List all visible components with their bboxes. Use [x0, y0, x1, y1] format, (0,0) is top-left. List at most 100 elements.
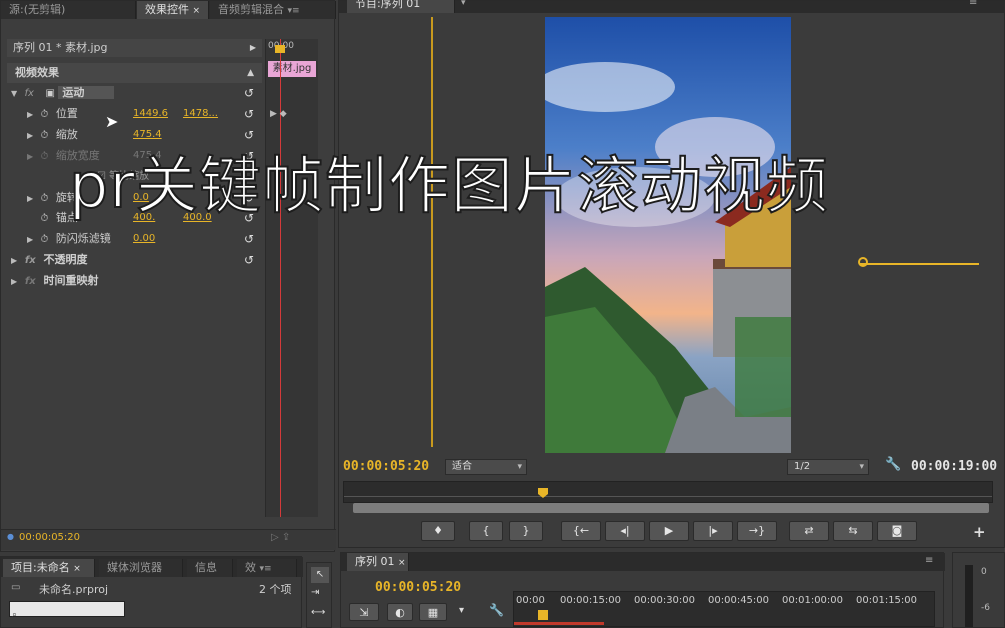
- tab-media-browser[interactable]: 媒体浏览器: [99, 559, 183, 577]
- keyframe-point-icon[interactable]: [858, 257, 868, 267]
- scrub-ruler: [344, 496, 992, 497]
- play-button[interactable]: ▶: [649, 521, 689, 541]
- effect-row-opacity[interactable]: ▶ fx 不透明度 ↺: [11, 250, 261, 270]
- panel-menu-icon[interactable]: ▾≡: [260, 564, 272, 574]
- selection-tool-icon[interactable]: ↖: [311, 567, 329, 583]
- settings-wrench-icon[interactable]: 🔧: [489, 603, 504, 617]
- close-icon[interactable]: ×: [193, 6, 201, 16]
- marker-flag-icon[interactable]: ▾: [459, 605, 464, 616]
- extract-button[interactable]: ⇆: [833, 521, 873, 541]
- tab-source[interactable]: 源:(无剪辑): [1, 1, 136, 19]
- clip-header-label: 序列 01 * 素材.jpg: [13, 41, 108, 54]
- tab-info[interactable]: 信息: [187, 559, 233, 577]
- lift-button[interactable]: ⇄: [789, 521, 829, 541]
- fx-icon: fx: [24, 276, 36, 287]
- playhead-handle[interactable]: [275, 45, 285, 53]
- param-value[interactable]: 475.4: [133, 125, 162, 145]
- param-row-position[interactable]: ▶ ⏱ 位置 1449.6 1478... ↺: [27, 104, 262, 124]
- go-to-in-button[interactable]: {←: [561, 521, 601, 541]
- clip-bar[interactable]: 素材.jpg: [268, 61, 316, 77]
- export-frame-button[interactable]: ◙: [877, 521, 917, 541]
- meter-label: -6: [981, 603, 990, 613]
- disclosure-closed-icon[interactable]: ▶: [27, 126, 37, 146]
- disclosure-open-icon[interactable]: ▼: [11, 84, 21, 104]
- reset-icon[interactable]: ↺: [244, 83, 254, 103]
- step-forward-button[interactable]: |▸: [693, 521, 733, 541]
- video-effects-header: 视频效果 ▲: [7, 63, 262, 83]
- close-icon[interactable]: ×: [398, 558, 406, 568]
- param-row-scale[interactable]: ▶ ⏱ 缩放 475.4 ↺: [27, 125, 262, 145]
- motion-label: 运动: [58, 86, 115, 99]
- work-area-bar[interactable]: [514, 622, 604, 625]
- snap-button[interactable]: ⇲: [349, 603, 379, 621]
- disclosure-closed-icon[interactable]: ▶: [27, 230, 37, 250]
- mark-in-button[interactable]: {: [469, 521, 503, 541]
- fx-icon[interactable]: fx: [25, 255, 36, 266]
- panel-menu-icon[interactable]: ▾≡: [288, 6, 300, 16]
- panel-menu-icon[interactable]: ≡: [969, 0, 977, 8]
- stopwatch-icon[interactable]: ⏱: [41, 109, 49, 120]
- magnet-icon: ◐: [395, 606, 405, 619]
- param-value[interactable]: 1449.6: [133, 104, 168, 124]
- effect-row-time-remap[interactable]: ▶ fx 时间重映射: [11, 271, 261, 291]
- stopwatch-icon[interactable]: ⏱: [41, 213, 49, 224]
- timeline-playhead[interactable]: [538, 610, 548, 620]
- go-to-out-button[interactable]: →}: [737, 521, 777, 541]
- param-value[interactable]: 1478...: [183, 104, 218, 124]
- param-value[interactable]: 0.00: [133, 229, 155, 249]
- fit-select[interactable]: 适合: [445, 459, 527, 475]
- opacity-label: 不透明度: [43, 253, 88, 266]
- stopwatch-icon[interactable]: ⏱: [41, 193, 49, 204]
- panel-menu-icon[interactable]: ≡: [925, 555, 933, 566]
- keyframe-nav-icon[interactable]: ▶ ◆: [270, 109, 287, 119]
- chevron-right-icon[interactable]: ▶: [250, 39, 256, 57]
- reset-icon[interactable]: ↺: [244, 125, 254, 145]
- effect-timeline[interactable]: 00:00 素材.jpg ▶ ◆: [265, 39, 318, 517]
- disclosure-closed-icon[interactable]: ▶: [11, 251, 21, 271]
- mark-out-button[interactable]: }: [509, 521, 543, 541]
- collapse-icon[interactable]: ▲: [247, 63, 254, 83]
- track-select-tool-icon[interactable]: ⇥: [311, 587, 319, 598]
- dot-icon: ●: [7, 532, 14, 541]
- zoom-scrollbar[interactable]: [353, 503, 989, 513]
- step-back-button[interactable]: ◂|: [605, 521, 645, 541]
- close-icon[interactable]: ×: [73, 564, 81, 574]
- tab-audio-clip-mixer[interactable]: 音频剪辑混合 ▾≡: [210, 1, 336, 19]
- disclosure-closed-icon[interactable]: ▶: [27, 189, 37, 209]
- reset-icon[interactable]: ↺: [244, 250, 254, 270]
- program-current-time[interactable]: 00:00:05:20: [343, 459, 429, 474]
- tab-project[interactable]: 项目:未命名 ×: [3, 559, 95, 577]
- effect-row-motion[interactable]: ▼ fx ▣ 运动 ↺: [11, 83, 261, 103]
- reset-icon[interactable]: ↺: [244, 229, 254, 249]
- linked-selection-button[interactable]: ◐: [387, 603, 413, 621]
- timeline-ruler[interactable]: 00:00 00:00:15:00 00:00:30:00 00:00:45:0…: [513, 591, 935, 627]
- project-search-input[interactable]: ⌕: [9, 601, 125, 620]
- tab-sequence[interactable]: 序列 01 ×: [347, 553, 409, 571]
- stopwatch-icon[interactable]: ⏱: [41, 130, 49, 141]
- scrub-bar[interactable]: [343, 481, 993, 503]
- project-file-name: 未命名.prproj: [39, 583, 109, 596]
- add-button-icon[interactable]: +: [973, 523, 986, 541]
- quality-select[interactable]: 1/2: [787, 459, 869, 475]
- param-row-anti-flicker[interactable]: ▶ ⏱ 防闪烁滤镜 0.00 ↺: [27, 229, 262, 249]
- tab-effect-controls[interactable]: 效果控件 ×: [137, 1, 209, 19]
- motion-path: [859, 263, 979, 265]
- reset-icon[interactable]: ↺: [244, 104, 254, 124]
- ripple-edit-tool-icon[interactable]: ⟷: [311, 607, 325, 618]
- add-marker-button[interactable]: ♦: [421, 521, 455, 541]
- timeline-current-time[interactable]: 00:00:05:20: [375, 580, 461, 595]
- wrench-icon[interactable]: 🔧: [885, 457, 901, 472]
- folder-icon: ▭: [11, 582, 21, 593]
- tab-program-label: 节目:序列 01: [355, 0, 421, 10]
- disclosure-closed-icon[interactable]: ▶: [27, 105, 37, 125]
- footer-timecode[interactable]: 00:00:05:20: [19, 532, 80, 543]
- transform-icon[interactable]: ▣: [45, 88, 54, 99]
- tab-program[interactable]: 节目:序列 01: [347, 0, 455, 13]
- stopwatch-icon[interactable]: ⏱: [41, 234, 49, 245]
- disclosure-closed-icon[interactable]: ▶: [11, 272, 21, 292]
- dropdown-icon[interactable]: ▾: [461, 0, 466, 8]
- fx-icon[interactable]: fx: [25, 88, 34, 99]
- footer-controls-icon[interactable]: ▷ ⇪: [271, 532, 290, 543]
- tab-effects[interactable]: 效 ▾≡: [237, 559, 297, 577]
- add-marker-timeline-button[interactable]: ▦: [419, 603, 447, 621]
